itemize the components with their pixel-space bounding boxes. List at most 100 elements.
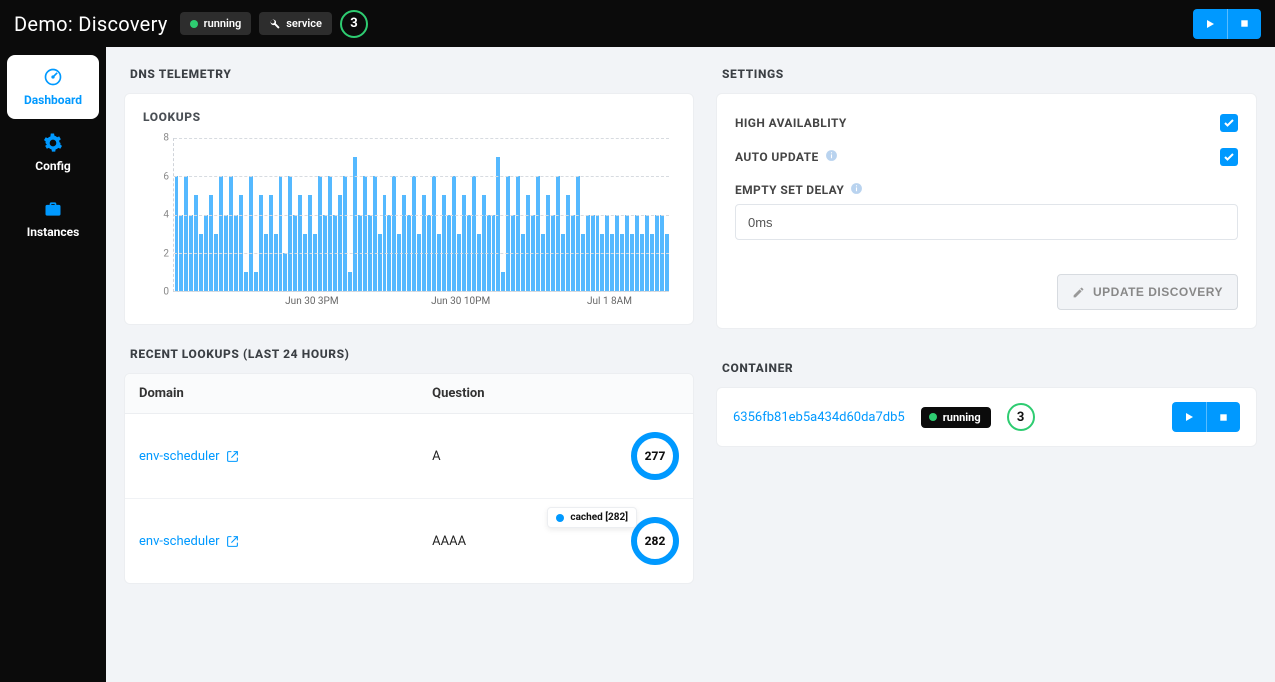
page-title: Demo: Discovery — [14, 12, 168, 36]
chart-bar — [412, 176, 416, 291]
status-badge: running — [180, 12, 252, 35]
chart-bar — [209, 195, 213, 291]
gear-icon — [43, 133, 63, 153]
y-tick: 4 — [163, 210, 169, 221]
col-question: Question — [418, 374, 603, 414]
chart-bar — [184, 176, 188, 291]
domain-text: env-scheduler — [139, 449, 220, 464]
chart-bar — [501, 272, 505, 291]
domain-link[interactable]: env-scheduler — [139, 449, 239, 464]
chart-bar — [457, 234, 461, 291]
wrench-icon — [269, 18, 280, 29]
play-button[interactable] — [1193, 9, 1227, 39]
check-icon — [1223, 151, 1235, 163]
chart-bar — [303, 234, 307, 291]
chart-bar — [288, 176, 292, 291]
chart-bar — [576, 176, 580, 291]
chart-bar — [392, 176, 396, 291]
chart-bar — [566, 195, 570, 291]
recent-title: RECENT LOOKUPS (LAST 24 HOURS) — [130, 347, 694, 361]
update-discovery-button[interactable]: UPDATE DISCOVERY — [1057, 274, 1238, 310]
chart-bar — [402, 195, 406, 291]
chart-bar — [259, 195, 263, 291]
recent-lookups-table: Domain Question env-schedulerA277env-sch… — [125, 374, 693, 583]
app-header: Demo: Discovery running service 3 — [0, 0, 1275, 47]
chart-bar — [462, 195, 466, 291]
header-actions — [1193, 9, 1261, 39]
status-label: running — [204, 17, 242, 30]
cached-tooltip: cached [282] — [547, 507, 637, 528]
chart-bar — [348, 272, 352, 291]
instance-count-badge: 3 — [340, 10, 368, 38]
ha-label: HIGH AVAILABLITY — [735, 116, 847, 130]
chart-bar — [610, 234, 614, 291]
chart-bar — [536, 176, 540, 291]
container-status-badge: running — [921, 407, 991, 428]
info-icon[interactable] — [825, 149, 838, 165]
empty-delay-input[interactable] — [735, 204, 1238, 240]
chart-bar — [630, 234, 634, 291]
container-stop-button[interactable] — [1206, 402, 1240, 432]
status-dot-icon — [929, 413, 937, 421]
chart-bar — [318, 176, 322, 291]
setting-empty-delay: EMPTY SET DELAY — [735, 174, 1238, 248]
settings-card: HIGH AVAILABLITY AUTO UPDATE — [716, 93, 1257, 329]
empty-delay-label: EMPTY SET DELAY — [735, 183, 844, 197]
stop-button[interactable] — [1227, 9, 1261, 39]
container-count-badge: 3 — [1007, 403, 1035, 431]
setting-auto-update: AUTO UPDATE — [735, 140, 1238, 174]
chart-bar — [526, 195, 530, 291]
chart-bar — [175, 176, 179, 291]
ha-checkbox[interactable] — [1220, 114, 1238, 132]
sidebar: Dashboard Config Instances — [0, 47, 106, 682]
lookups-chart: 02468 Jun 30 3PMJun 30 10PMJul 1 8AM — [143, 134, 675, 314]
chart-bar — [244, 272, 248, 291]
dot-icon — [556, 514, 564, 522]
chart-bar — [437, 234, 441, 291]
nav-dashboard[interactable]: Dashboard — [7, 55, 99, 119]
update-button-label: UPDATE DISCOVERY — [1093, 285, 1223, 299]
check-icon — [1223, 117, 1235, 129]
chart-bar — [194, 195, 198, 291]
chart-bar — [279, 176, 283, 291]
type-label: service — [286, 17, 322, 30]
chart-bar — [442, 195, 446, 291]
container-play-button[interactable] — [1172, 402, 1206, 432]
stop-icon — [1218, 412, 1229, 423]
y-tick: 8 — [163, 133, 169, 144]
domain-link[interactable]: env-scheduler — [139, 534, 239, 549]
recent-lookups-table-card: Domain Question env-schedulerA277env-sch… — [124, 373, 694, 584]
lookup-count-donut: 282 — [631, 517, 679, 565]
status-dot-icon — [190, 20, 198, 28]
nav-config[interactable]: Config — [7, 121, 99, 185]
nav-label: Dashboard — [24, 93, 82, 107]
chart-bar — [254, 272, 258, 291]
lookup-count-donut: 277 — [631, 432, 679, 480]
table-row: env-schedulerA277 — [125, 414, 693, 499]
container-hash-link[interactable]: 6356fb81eb5a434d60da7db5 — [733, 410, 905, 425]
chart-bar — [298, 195, 302, 291]
chart-bar — [640, 234, 644, 291]
chart-bar — [521, 234, 525, 291]
chart-bar — [283, 253, 287, 291]
chart-bar — [650, 234, 654, 291]
chart-bar — [219, 176, 223, 291]
y-tick: 0 — [163, 287, 169, 298]
type-badge: service — [259, 12, 332, 35]
chart-bar — [516, 176, 520, 291]
chart-bar — [338, 195, 342, 291]
chart-bar — [199, 234, 203, 291]
chart-bar — [264, 234, 268, 291]
info-icon[interactable] — [850, 182, 863, 198]
play-icon — [1204, 18, 1216, 30]
x-tick: Jun 30 10PM — [431, 296, 490, 307]
chart-bar — [556, 176, 560, 291]
container-title: CONTAINER — [722, 361, 1257, 375]
chart-bar — [561, 234, 565, 291]
auto-update-checkbox[interactable] — [1220, 148, 1238, 166]
chart-bar — [432, 176, 436, 291]
y-tick: 2 — [163, 248, 169, 259]
nav-instances[interactable]: Instances — [7, 187, 99, 251]
external-link-icon — [226, 450, 239, 463]
chart-bar — [472, 176, 476, 291]
